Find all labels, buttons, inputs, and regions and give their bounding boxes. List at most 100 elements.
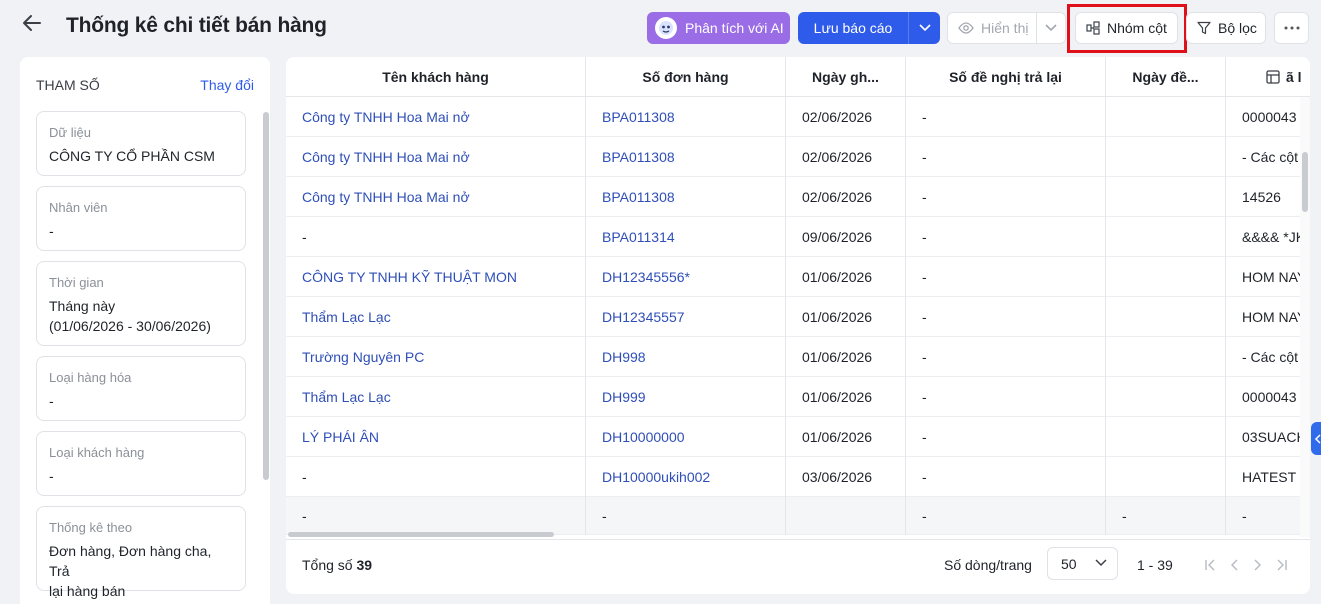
cell-order-number[interactable]: DH12345557 (586, 297, 786, 337)
param-card-data[interactable]: Dữ liệu CÔNG TY CỔ PHẦN CSM (36, 111, 246, 176)
chevron-left-icon (1231, 559, 1238, 571)
view-button[interactable]: Hiển thị (947, 12, 1037, 44)
params-change-link[interactable]: Thay đổi (200, 77, 254, 93)
param-card-time[interactable]: Thời gian Tháng này (01/06/2026 - 30/06/… (36, 261, 246, 346)
cell-customer[interactable]: Trường Nguyên PC (286, 337, 586, 377)
table-row[interactable]: Công ty TNHH Hoa Mai nở BPA011308 02/06/20… (286, 97, 1302, 137)
cell-return-request: - (906, 377, 1106, 417)
col-header-code-label: ã l (1286, 69, 1302, 85)
cell-order-number[interactable]: DH10000000 (586, 417, 786, 457)
col-header-record-date[interactable]: Ngày gh... (786, 57, 906, 97)
first-page-button[interactable] (1201, 556, 1219, 574)
cell-order-number[interactable]: BPA011314 (586, 217, 786, 257)
cell-code: HOM NAY (1242, 269, 1307, 285)
cell-customer[interactable]: Thẩm Lạc Lạc (286, 297, 586, 337)
table-row[interactable]: Thẩm Lạc Lạc DH999 01/06/2026- 0000043 (286, 377, 1302, 417)
table-header: Tên khách hàng Số đơn hàng Ngày gh... Số… (286, 57, 1310, 97)
side-panel-toggle[interactable] (1311, 422, 1321, 455)
col-header-customer[interactable]: Tên khách hàng (286, 57, 586, 97)
param-card-statistic-by[interactable]: Thống kê theo Đơn hàng, Đơn hàng cha, Tr… (36, 506, 246, 599)
view-dropdown[interactable] (1036, 12, 1066, 44)
table-row[interactable]: LÝ PHÁI ÂN DH10000000 01/06/2026- 03SUACH (286, 417, 1307, 457)
cell-code: &&&& *JK (1242, 229, 1306, 245)
ai-analysis-label: Phân tích với AI (685, 20, 784, 36)
col-header-request-date[interactable]: Ngày đề... (1106, 57, 1226, 97)
filter-icon (1197, 21, 1211, 35)
report-table: Tên khách hàng Số đơn hàng Ngày gh... Số… (286, 57, 1310, 594)
table-row[interactable]: Công ty TNHH Hoa Mai nở BPA011308 02/06/20… (286, 177, 1302, 217)
save-report-button[interactable]: Lưu báo cáo (798, 12, 908, 44)
first-page-icon (1205, 559, 1215, 571)
col-header-code[interactable]: ã l (1226, 57, 1310, 97)
cell-record-date: 02/06/2026 (786, 97, 906, 137)
param-value: Đơn hàng, Đơn hàng cha, Trả (49, 543, 212, 579)
rows-per-page-value: 50 (1061, 555, 1077, 572)
cell-order-number[interactable]: BPA011308 (586, 177, 786, 217)
chevron-right-icon (1254, 559, 1261, 571)
table-row[interactable]: - DH10000ukih002 03/06/2026- HATEST (286, 457, 1302, 497)
filter-button[interactable]: Bộ lọc (1186, 12, 1266, 44)
cell-customer: - (286, 457, 586, 497)
cell-code: 0000043 (1242, 389, 1297, 405)
cell-customer[interactable]: Công ty TNHH Hoa Mai nở (286, 137, 586, 177)
param-value: CÔNG TY CỔ PHẦN CSM (49, 148, 215, 164)
group-columns-icon (1086, 21, 1100, 35)
horizontal-scrollbar[interactable] (288, 532, 554, 537)
more-button[interactable] (1274, 12, 1309, 44)
summary-cell: - (906, 497, 1106, 535)
cell-customer[interactable]: Công ty TNHH Hoa Mai nở (286, 97, 586, 137)
vertical-scrollbar[interactable] (1302, 152, 1308, 212)
ai-analysis-button[interactable]: Phân tích với AI (647, 12, 790, 44)
table-row[interactable]: - BPA011314 09/06/2026- &&&& *JK (286, 217, 1305, 257)
table-row[interactable]: CÔNG TY TNHH KỸ THUẬT MON DH12345556* 01/0… (286, 257, 1306, 297)
table-row[interactable]: Trường Nguyên PC DH998 01/06/2026- - Các cộ… (286, 337, 1302, 377)
last-page-button[interactable] (1273, 556, 1291, 574)
cell-record-date: 09/06/2026 (786, 217, 906, 257)
cell-code: HOM NAY (1242, 309, 1307, 325)
cell-return-request: - (906, 417, 1106, 457)
chevron-down-icon (1095, 559, 1107, 567)
cell-return-request: - (906, 137, 1106, 177)
table-row[interactable]: Công ty TNHH Hoa Mai nở BPA011308 02/06/20… (286, 137, 1302, 177)
page-title: Thống kê chi tiết bán hàng (66, 14, 327, 37)
cell-order-number[interactable]: BPA011308 (586, 97, 786, 137)
cell-request-date (1106, 217, 1226, 257)
group-columns-button[interactable]: Nhóm cột (1075, 12, 1178, 44)
cell-customer[interactable]: Thẩm Lạc Lạc (286, 377, 586, 417)
cell-customer[interactable]: CÔNG TY TNHH KỸ THUẬT MON (286, 257, 586, 297)
cell-code: HATEST (1242, 469, 1297, 485)
eye-icon (958, 22, 974, 34)
next-page-button[interactable] (1249, 556, 1267, 574)
rows-per-page-select[interactable]: 50 (1047, 547, 1118, 580)
cell-record-date: 01/06/2026 (786, 257, 906, 297)
param-value: Tháng này (49, 298, 116, 314)
params-scrollbar[interactable] (263, 112, 269, 480)
back-button[interactable] (18, 10, 46, 36)
cell-order-number[interactable]: DH10000ukih002 (586, 457, 786, 497)
view-label: Hiển thị (981, 20, 1029, 36)
col-header-return-request[interactable]: Số đề nghị trả lại (906, 57, 1106, 97)
param-value-cont: lại hàng bán (49, 583, 126, 599)
param-card-employee[interactable]: Nhân viên - (36, 186, 246, 251)
param-value: - (49, 468, 54, 484)
cell-order-number[interactable]: DH998 (586, 337, 786, 377)
cell-code: - Các cột (1242, 349, 1299, 365)
cell-customer[interactable]: LÝ PHÁI ÂN (286, 417, 586, 457)
summary-cell: - (586, 497, 786, 535)
cell-request-date (1106, 257, 1226, 297)
save-report-dropdown[interactable] (908, 12, 940, 44)
param-card-customer-type[interactable]: Loại khách hàng - (36, 431, 246, 496)
cell-order-number[interactable]: BPA011308 (586, 137, 786, 177)
prev-page-button[interactable] (1225, 556, 1243, 574)
cell-request-date (1106, 417, 1226, 457)
total-label: Tổng số (302, 557, 353, 573)
cell-order-number[interactable]: DH999 (586, 377, 786, 417)
param-card-product-type[interactable]: Loại hàng hóa - (36, 356, 246, 421)
col-header-order-number[interactable]: Số đơn hàng (586, 57, 786, 97)
summary-cell: - (1242, 508, 1247, 524)
cell-order-number[interactable]: DH12345556* (586, 257, 786, 297)
table-footer: Tổng số 39 Số dòng/trang 50 1 - 39 (286, 539, 1310, 594)
table-row[interactable]: Thẩm Lạc Lạc DH12345557 01/06/2026- HOM NAY (286, 297, 1306, 337)
cell-customer[interactable]: Công ty TNHH Hoa Mai nở (286, 177, 586, 217)
cell-request-date (1106, 457, 1226, 497)
